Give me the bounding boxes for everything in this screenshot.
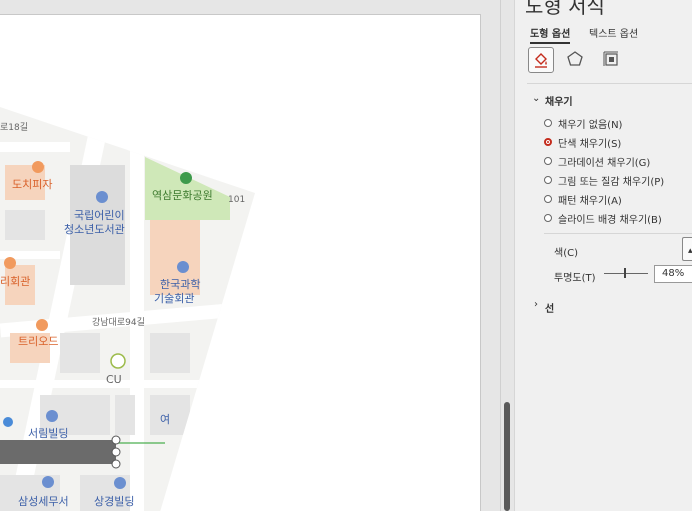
map-picture-shape[interactable] (0, 15, 480, 511)
fill-option-0[interactable]: 채우기 없음(N) (544, 115, 622, 131)
map-label: CU (106, 373, 122, 386)
divider (544, 233, 692, 234)
color-label: 색(C) (554, 248, 578, 259)
restaurant-icon (36, 319, 48, 331)
divider (527, 83, 692, 84)
resize-handle-top[interactable] (111, 435, 121, 445)
chevron-down-icon[interactable]: ⌄ (532, 93, 540, 104)
line-section-header[interactable]: 선 (545, 300, 554, 315)
fill-section-header[interactable]: 채우기 (545, 93, 573, 108)
library-icon (96, 191, 108, 203)
pane-title: 도형 서식 (525, 0, 605, 18)
transparency-slider[interactable] (604, 273, 648, 274)
color-picker-button[interactable]: ▴ (682, 237, 692, 261)
fill-option-label: 패턴 채우기(A) (558, 195, 622, 207)
tab-text-options[interactable]: 텍스트 옵션 (589, 25, 638, 40)
radio-button[interactable] (544, 138, 552, 146)
size-properties-icon[interactable] (599, 47, 623, 71)
format-shape-pane: 도형 서식 도형 옵션 텍스트 옵션 ⌄ 채우기 색(C) ▴ 투명도(T) 4… (514, 0, 692, 511)
map-label: 서림빌딩 (28, 427, 69, 440)
convenience-store-icon (110, 353, 126, 369)
resize-handle-middle[interactable] (111, 447, 121, 457)
map-label: 리회관 (0, 275, 31, 288)
fill-option-label: 그라데이션 채우기(G) (558, 157, 651, 169)
map-label: 트리오드 (18, 335, 59, 348)
vertical-scrollbar[interactable] (500, 0, 514, 511)
map-image (0, 107, 255, 511)
fill-option-1[interactable]: 단색 채우기(S) (544, 134, 621, 150)
resize-handle-bottom[interactable] (111, 459, 121, 469)
building-icon (177, 261, 189, 273)
slide[interactable]: 로18길 도치피자 국립어린이 청소년도서관 역삼문화공원 101 한국과학 기… (0, 14, 481, 511)
chevron-right-icon[interactable]: › (534, 299, 538, 310)
radio-button[interactable] (544, 176, 552, 184)
paint-bucket-icon: ▴ (688, 246, 692, 256)
map-label: 101 (228, 195, 246, 205)
scrollbar-thumb[interactable] (504, 402, 510, 511)
map-label: 기술회관 (154, 292, 195, 305)
map-label: 로18길 (0, 123, 29, 133)
fill-option-label: 단색 채우기(S) (558, 138, 622, 150)
transparency-label: 투명도(T) (554, 273, 596, 284)
map-label: 청소년도서관 (64, 223, 125, 236)
selected-shape (0, 440, 116, 464)
radio-button[interactable] (544, 214, 552, 222)
fill-option-3[interactable]: 그림 또는 질감 채우기(P) (544, 172, 664, 188)
map-label: 여 (160, 413, 171, 426)
building-icon (114, 477, 126, 489)
map-label: 강남대로94길 (92, 318, 145, 328)
fill-option-4[interactable]: 패턴 채우기(A) (544, 191, 622, 207)
map-label: 역삼문화공원 (152, 189, 213, 202)
transparency-slider-thumb[interactable] (624, 268, 626, 278)
fill-option-5[interactable]: 슬라이드 배경 채우기(B) (544, 210, 662, 226)
fill-option-label: 채우기 없음(N) (558, 119, 623, 131)
fill-option-2[interactable]: 그라데이션 채우기(G) (544, 153, 650, 169)
tab-shape-options[interactable]: 도형 옵션 (530, 25, 571, 44)
fill-option-label: 그림 또는 질감 채우기(P) (558, 176, 665, 188)
restaurant-icon (4, 257, 16, 269)
radio-button[interactable] (544, 195, 552, 203)
slide-canvas-area[interactable]: 로18길 도치피자 국립어린이 청소년도서관 역삼문화공원 101 한국과학 기… (0, 0, 500, 511)
map-label: 삼성세무서 (18, 495, 69, 508)
radio-button[interactable] (544, 119, 552, 127)
bus-stop-icon (3, 417, 13, 427)
park-icon (180, 172, 192, 184)
restaurant-icon (32, 161, 44, 173)
radio-button[interactable] (544, 157, 552, 165)
building-icon (46, 410, 58, 422)
map-label: 상경빌딩 (94, 495, 135, 508)
effects-icon[interactable] (563, 47, 587, 71)
tax-office-icon (42, 476, 54, 488)
fill-option-label: 슬라이드 배경 채우기(B) (558, 214, 662, 226)
transparency-input[interactable]: 48% (654, 265, 692, 283)
fill-line-icon[interactable] (528, 47, 554, 73)
map-label: 도치피자 (12, 178, 53, 191)
